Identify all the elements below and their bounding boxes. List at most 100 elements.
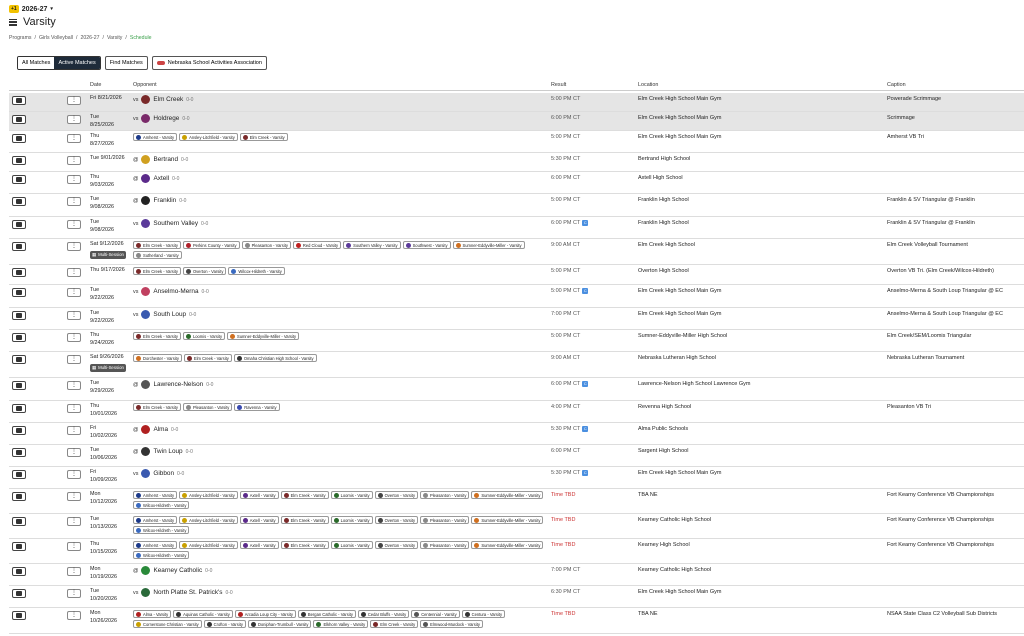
opponent-chip[interactable]: Pleasanton - Varsity (420, 541, 470, 549)
calendar-icon[interactable] (12, 242, 26, 251)
more-options-button[interactable]: ⋮ (67, 567, 81, 576)
calendar-icon[interactable] (12, 333, 26, 342)
opponent-chip[interactable]: Pleasanton - Varsity (241, 241, 291, 249)
more-options-button[interactable]: ⋮ (67, 381, 81, 390)
breadcrumb-item[interactable]: Programs (9, 35, 32, 41)
calendar-icon[interactable] (12, 156, 26, 165)
opponent-chip[interactable]: Loomis - Varsity (330, 541, 373, 549)
calendar-icon[interactable] (12, 470, 26, 479)
more-options-button[interactable]: ⋮ (67, 175, 81, 184)
opponent-chip[interactable]: Ansley-Litchfield - Varsity (179, 516, 238, 524)
opponent-chip[interactable]: Cedar Bluffs - Varsity (357, 610, 410, 618)
opponent-chip[interactable]: Sumner-Eddyville-Miller - Varsity (471, 541, 544, 549)
opponent-chip[interactable]: Sutherland - Varsity (133, 251, 182, 259)
more-options-button[interactable]: ⋮ (67, 220, 81, 229)
opponent-chip[interactable]: Elm Creek - Varsity (280, 516, 329, 524)
more-options-button[interactable]: ⋮ (67, 404, 81, 413)
calendar-icon[interactable] (12, 96, 26, 105)
opponent-chip[interactable]: Southwest - Varsity (402, 241, 451, 249)
opponent-name[interactable]: South Loup (153, 311, 186, 318)
opponent-name[interactable]: Bertrand (153, 156, 178, 163)
calendar-icon[interactable] (12, 567, 26, 576)
calendar-icon[interactable] (12, 355, 26, 364)
opponent-chip[interactable]: Ansley-Litchfield - Varsity (179, 133, 238, 141)
opponent-chip[interactable]: Wilcox-Hildreth - Varsity (133, 526, 190, 534)
opponent-chip[interactable]: Axtell - Varsity (239, 491, 279, 499)
hamburger-menu-icon[interactable] (9, 18, 17, 26)
opponent-name[interactable]: Holdrege (153, 115, 179, 122)
opponent-name[interactable]: Gibbon (153, 470, 174, 477)
opponent-chip[interactable]: Overton - Varsity (374, 491, 419, 499)
season-selector[interactable]: +1 2026-27 ▾ (9, 5, 53, 13)
opponent-chip[interactable]: Crofton - Varsity (203, 620, 246, 628)
opponent-chip[interactable]: Amherst - Varsity (133, 541, 178, 549)
opponent-chip[interactable]: Loomis - Varsity (182, 332, 225, 340)
opponent-chip[interactable]: Elm Creek - Varsity (133, 403, 181, 411)
opponent-chip[interactable]: Ravenna - Varsity (234, 403, 280, 411)
breadcrumb-item[interactable]: Girls Volleyball (39, 35, 73, 41)
opponent-chip[interactable]: Axtell - Varsity (239, 516, 279, 524)
calendar-icon[interactable] (12, 220, 26, 229)
calendar-icon[interactable] (12, 542, 26, 551)
opponent-chip[interactable]: Pleasanton - Varsity (182, 403, 233, 411)
opponent-chip[interactable]: Elm Creek - Varsity (239, 133, 288, 141)
opponent-chip[interactable]: Elkhorn Valley - Varsity (313, 620, 369, 628)
opponent-name[interactable]: Southern Valley (153, 220, 198, 227)
opponent-chip[interactable]: Omaha Christian High School - Varsity (233, 354, 317, 362)
opponent-chip[interactable]: Overton - Varsity (374, 516, 419, 524)
opponent-chip[interactable]: Ansley-Litchfield - Varsity (179, 541, 238, 549)
opponent-chip[interactable]: Doniphan-Trumbull - Varsity (247, 620, 312, 628)
more-options-button[interactable]: ⋮ (67, 288, 81, 297)
opponent-chip[interactable]: Amherst - Varsity (133, 491, 178, 499)
calendar-icon[interactable] (12, 197, 26, 206)
more-options-button[interactable]: ⋮ (67, 611, 81, 620)
opponent-name[interactable]: Franklin (153, 197, 176, 204)
active-matches-button[interactable]: Active Matches (54, 57, 100, 69)
opponent-chip[interactable]: Overton - Varsity (182, 267, 227, 275)
opponent-name[interactable]: Twin Loup (153, 448, 182, 455)
opponent-chip[interactable]: Elm Creek - Varsity (370, 620, 419, 628)
breadcrumb-item[interactable]: 2026-27 (80, 35, 99, 41)
find-matches-button[interactable]: Find Matches (104, 56, 148, 70)
opponent-chip[interactable]: Aquinas Catholic - Varsity (173, 610, 233, 618)
more-options-button[interactable]: ⋮ (67, 492, 81, 501)
more-options-button[interactable]: ⋮ (67, 197, 81, 206)
calendar-icon[interactable] (12, 404, 26, 413)
opponent-chip[interactable]: Ansley-Litchfield - Varsity (179, 491, 238, 499)
opponent-chip[interactable]: Elm Creek - Varsity (183, 354, 232, 362)
calendar-icon[interactable] (12, 115, 26, 124)
opponent-chip[interactable]: Wilcox-Hildreth - Varsity (133, 551, 190, 559)
opponent-chip[interactable]: Red Cloud - Varsity (292, 241, 342, 249)
more-options-button[interactable]: ⋮ (67, 311, 81, 320)
opponent-chip[interactable]: Wilcox-Hildreth - Varsity (228, 267, 285, 275)
calendar-icon[interactable] (12, 426, 26, 435)
opponent-chip[interactable]: Pleasanton - Varsity (420, 516, 470, 524)
association-button[interactable]: Nebraska School Activities Association (151, 56, 267, 70)
more-options-button[interactable]: ⋮ (67, 517, 81, 526)
more-options-button[interactable]: ⋮ (67, 448, 81, 457)
opponent-chip[interactable]: Sumner-Eddyville-Miller - Varsity (471, 516, 544, 524)
more-options-button[interactable]: ⋮ (67, 355, 81, 364)
opponent-chip[interactable]: Axtell - Varsity (239, 541, 279, 549)
calendar-icon[interactable] (12, 492, 26, 501)
more-options-button[interactable]: ⋮ (67, 268, 81, 277)
more-options-button[interactable]: ⋮ (67, 134, 81, 143)
opponent-chip[interactable]: Pleasanton - Varsity (420, 491, 470, 499)
more-options-button[interactable]: ⋮ (67, 156, 81, 165)
opponent-chip[interactable]: Perkins County - Varsity (182, 241, 240, 249)
opponent-chip[interactable]: Elm Creek - Varsity (133, 267, 181, 275)
opponent-chip[interactable]: Dorchester - Varsity (133, 354, 182, 362)
calendar-icon[interactable] (12, 311, 26, 320)
opponent-chip[interactable]: Wilcox-Hildreth - Varsity (133, 501, 190, 509)
opponent-chip[interactable]: Bergan Catholic - Varsity (297, 610, 356, 618)
more-options-button[interactable]: ⋮ (67, 426, 81, 435)
opponent-chip[interactable]: Sumner-Eddyville-Miller - Varsity (227, 332, 300, 340)
opponent-name[interactable]: Anselmo-Merna (153, 288, 198, 295)
opponent-chip[interactable]: Loomis - Varsity (330, 491, 373, 499)
opponent-name[interactable]: Lawrence-Nelson (153, 381, 203, 388)
opponent-chip[interactable]: Elm Creek - Varsity (280, 491, 329, 499)
opponent-chip[interactable]: Loomis - Varsity (330, 516, 373, 524)
opponent-chip[interactable]: Sumner-Eddyville-Miller - Varsity (471, 491, 544, 499)
opponent-chip[interactable]: Elm Creek - Varsity (133, 241, 181, 249)
opponent-chip[interactable]: Amherst - Varsity (133, 133, 178, 141)
